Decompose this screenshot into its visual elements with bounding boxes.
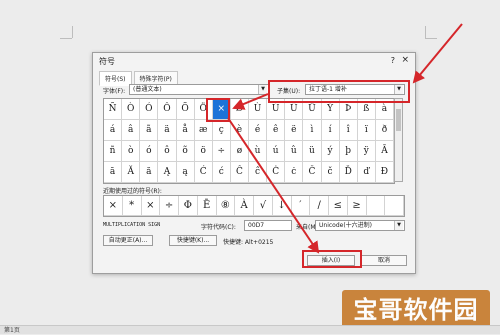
arrow-subset-to-grid (232, 93, 269, 110)
arrow-to-subset (412, 23, 463, 84)
watermark-logo: 宝哥软件园 (342, 290, 490, 330)
status-bar: 第1页 (0, 325, 500, 334)
annotation-arrows (227, 23, 463, 254)
arrow-to-insert (227, 117, 320, 254)
